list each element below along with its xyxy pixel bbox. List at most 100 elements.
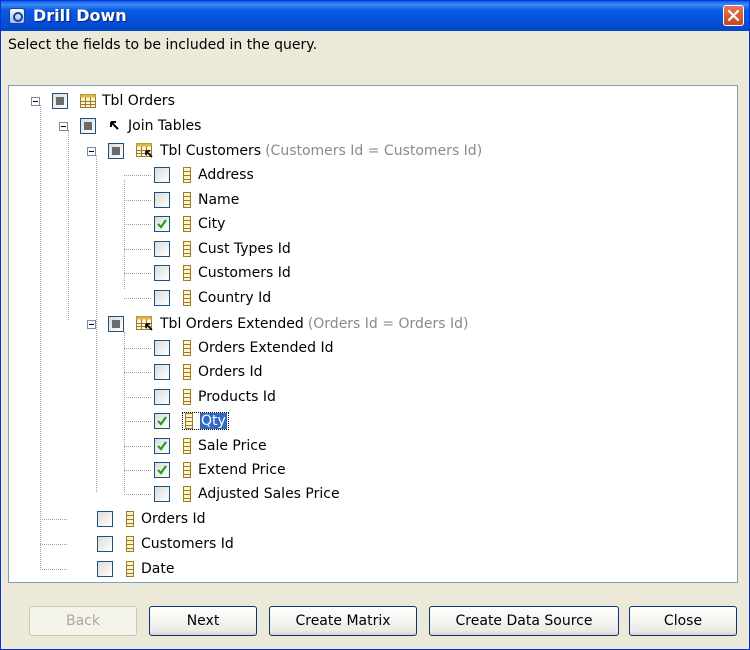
field-extend-price[interactable]: Extend Price [154, 458, 286, 482]
tree-label: Join Tables [128, 118, 202, 134]
tree-line [124, 348, 151, 349]
field-checkbox[interactable] [154, 364, 170, 380]
field-checkbox[interactable] [97, 561, 113, 577]
field-icon [183, 265, 191, 281]
tree-checkbox[interactable] [52, 93, 68, 109]
create-matrix-button[interactable]: Create Matrix [269, 606, 417, 636]
check-icon [157, 416, 167, 426]
field-products-id[interactable]: Products Id [154, 385, 276, 409]
field-orders-id[interactable]: Orders Id [154, 360, 263, 384]
tree-line [124, 421, 151, 422]
field-icon [183, 389, 191, 405]
join-condition: (Orders Id = Orders Id) [307, 316, 469, 332]
field-label: Orders Id [198, 364, 263, 380]
close-window-button[interactable] [723, 5, 744, 26]
field-root-date[interactable]: Date [97, 557, 174, 581]
joined-table-icon [136, 143, 153, 158]
field-checkbox[interactable] [154, 340, 170, 356]
field-checkbox[interactable] [154, 389, 170, 405]
tree-line [40, 544, 67, 545]
tree-label: Tbl Orders [102, 93, 175, 109]
field-label: Orders Extended Id [198, 340, 334, 356]
tree-line [40, 569, 67, 570]
tree-node-tbl-customers[interactable]: Tbl Customers (Customers Id = Customers … [87, 139, 482, 163]
field-orders-extended-id[interactable]: Orders Extended Id [154, 336, 334, 360]
collapse-toggle[interactable] [59, 121, 68, 131]
field-address[interactable]: Address [154, 163, 254, 187]
field-sale-price[interactable]: Sale Price [154, 434, 267, 458]
field-country-id[interactable]: Country Id [154, 286, 271, 310]
field-name[interactable]: Name [154, 188, 239, 212]
field-checkbox-checked[interactable] [154, 438, 170, 454]
field-qty[interactable]: Qty [154, 409, 229, 433]
field-adjusted-sales-price[interactable]: Adjusted Sales Price [154, 482, 340, 506]
collapse-toggle[interactable] [87, 146, 96, 156]
field-icon [183, 241, 191, 257]
field-label: Cust Types Id [198, 241, 291, 257]
field-icon [183, 216, 191, 232]
field-label: Customers Id [198, 265, 291, 281]
tree-checkbox[interactable] [108, 143, 124, 159]
field-tree[interactable]: Tbl Orders Join Tables Tbl Customers (Cu… [8, 85, 738, 583]
field-label: City [198, 216, 226, 232]
tree-line [124, 224, 151, 225]
field-checkbox[interactable] [154, 241, 170, 257]
field-icon [126, 561, 134, 577]
title-bar[interactable]: Drill Down [1, 1, 749, 31]
field-label: Adjusted Sales Price [198, 486, 340, 502]
tree-line [124, 494, 151, 495]
field-checkbox[interactable] [154, 167, 170, 183]
field-label: Extend Price [198, 462, 286, 478]
field-checkbox[interactable] [154, 192, 170, 208]
field-icon [126, 536, 134, 552]
selected-field-label[interactable]: Qty [182, 412, 229, 430]
field-icon [183, 167, 191, 183]
tree-checkbox[interactable] [80, 118, 96, 134]
field-checkbox-checked[interactable] [154, 216, 170, 232]
field-checkbox[interactable] [97, 511, 113, 527]
collapse-toggle[interactable] [87, 319, 96, 329]
window-title: Drill Down [33, 6, 127, 25]
joined-table-icon [136, 316, 153, 331]
field-checkbox[interactable] [154, 486, 170, 502]
field-label: Country Id [198, 290, 272, 306]
collapse-toggle[interactable] [31, 96, 40, 106]
create-data-source-button[interactable]: Create Data Source [429, 606, 619, 636]
field-label: Date [141, 561, 175, 577]
close-button[interactable]: Close [629, 606, 737, 636]
field-customers-id[interactable]: Customers Id [154, 261, 291, 285]
back-button[interactable]: Back [29, 606, 137, 636]
drill-down-dialog: Drill Down Select the fields to be inclu… [0, 0, 750, 650]
check-icon [157, 465, 167, 475]
field-icon [126, 511, 134, 527]
app-icon [9, 8, 25, 24]
next-button[interactable]: Next [149, 606, 257, 636]
field-city[interactable]: City [154, 212, 225, 236]
tree-line [124, 298, 151, 299]
field-root-customers-id[interactable]: Customers Id [97, 532, 234, 556]
tree-checkbox[interactable] [108, 316, 124, 332]
tree-node-join-tables[interactable]: Join Tables [59, 114, 201, 138]
field-checkbox-checked[interactable] [154, 413, 170, 429]
join-arrow-icon [110, 121, 119, 130]
tree-line [124, 470, 151, 471]
check-icon [157, 219, 167, 229]
field-root-orders-id[interactable]: Orders Id [97, 507, 206, 531]
instruction-text: Select the fields to be included in the … [8, 37, 318, 53]
tree-line [40, 519, 67, 520]
tree-label: Tbl Customers [160, 143, 262, 159]
tree-line [124, 273, 151, 274]
field-checkbox[interactable] [154, 265, 170, 281]
tree-node-tbl-orders-extended[interactable]: Tbl Orders Extended (Orders Id = Orders … [87, 312, 468, 336]
join-condition: (Customers Id = Customers Id) [265, 143, 483, 159]
tree-node-tbl-orders[interactable]: Tbl Orders [31, 89, 175, 113]
tree-line [124, 446, 151, 447]
field-cust-types-id[interactable]: Cust Types Id [154, 237, 291, 261]
field-checkbox[interactable] [154, 290, 170, 306]
tree-line [68, 130, 69, 320]
tree-line [40, 105, 41, 570]
field-icon [185, 413, 193, 429]
field-label: Name [198, 192, 240, 208]
field-checkbox[interactable] [97, 536, 113, 552]
field-checkbox-checked[interactable] [154, 462, 170, 478]
